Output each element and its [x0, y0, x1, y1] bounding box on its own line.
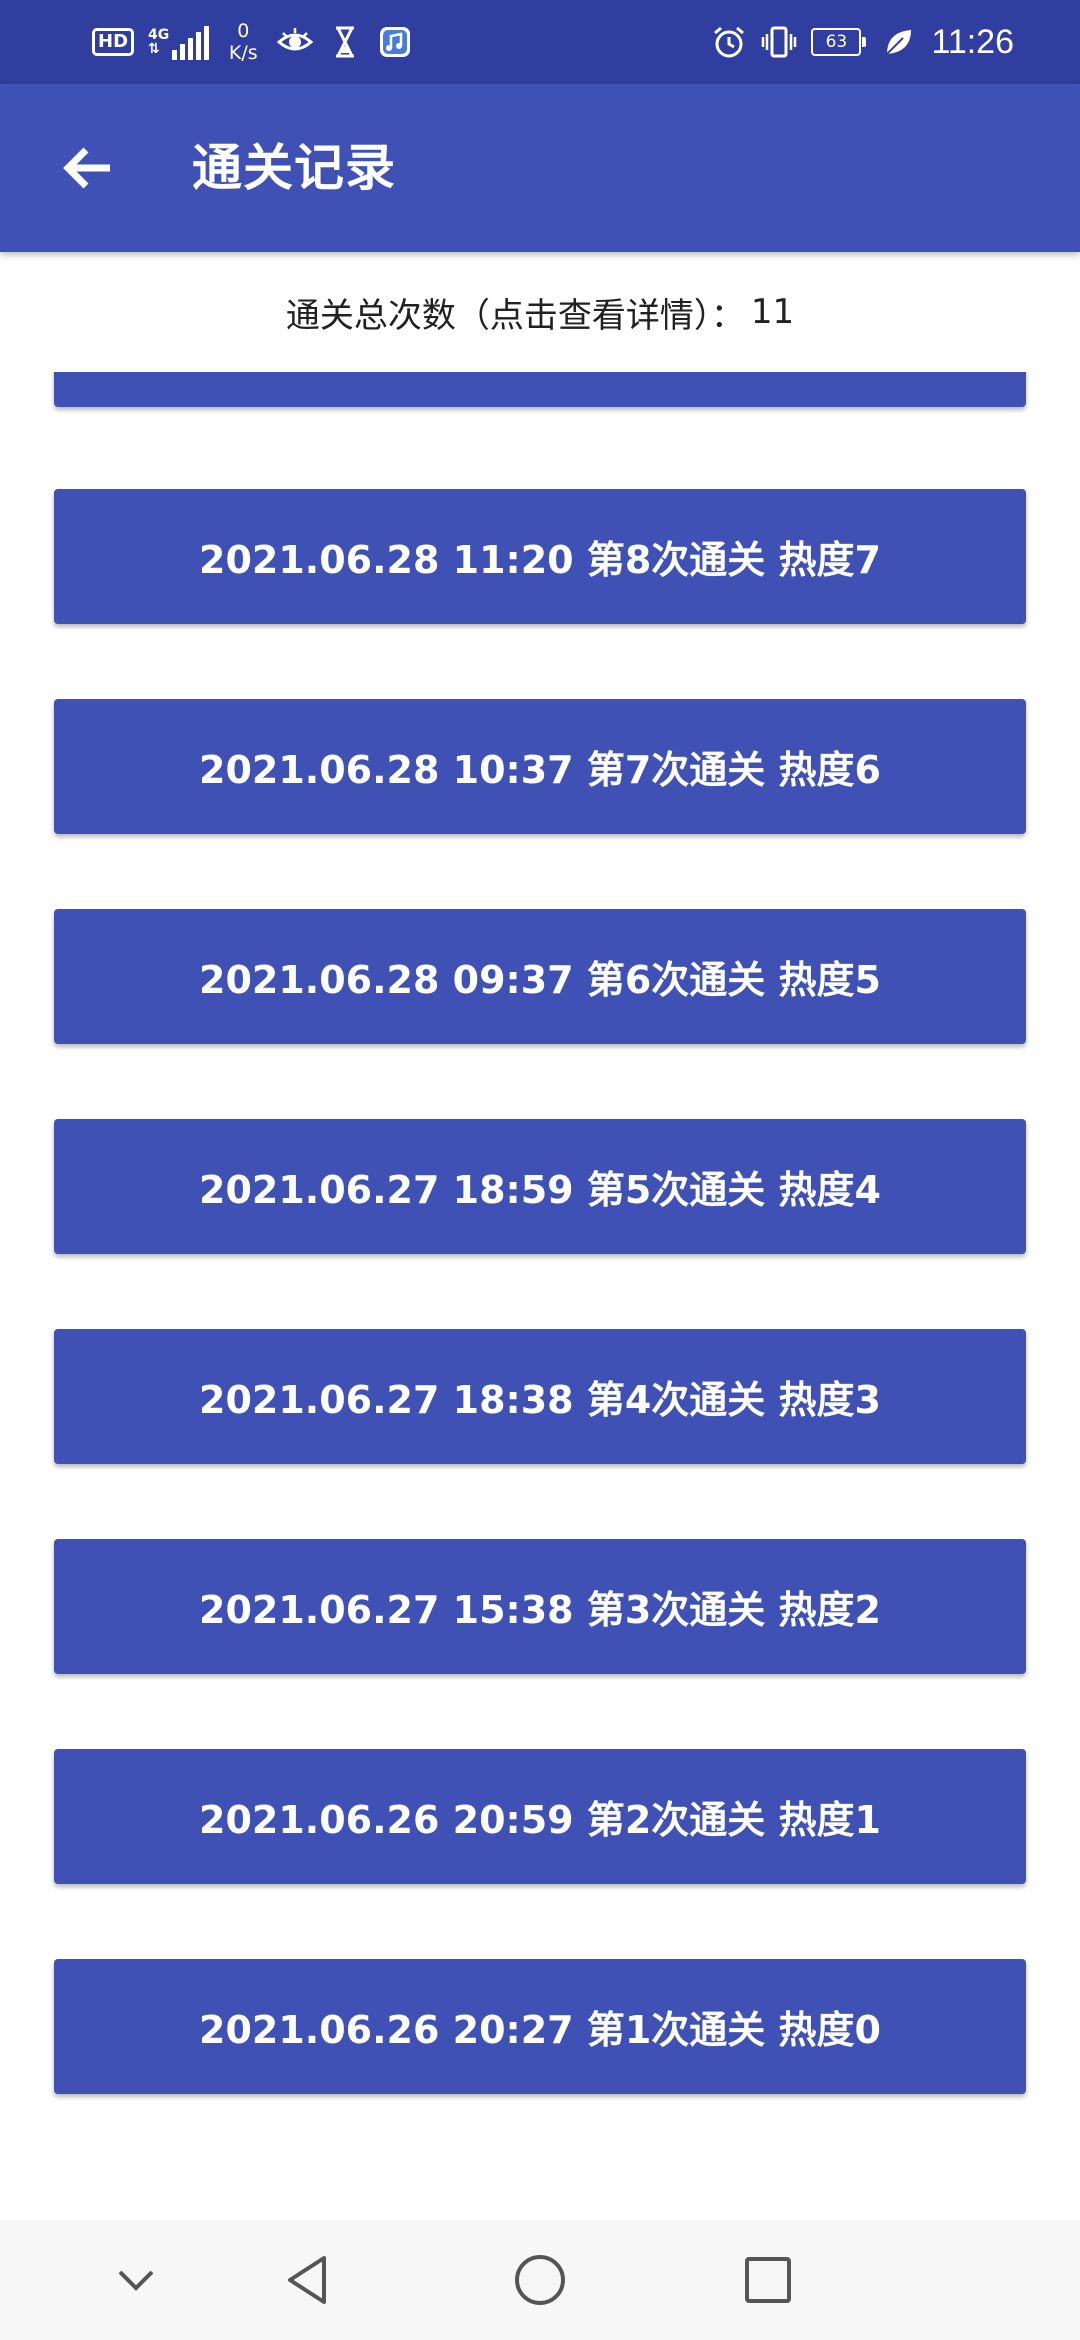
arrow-back-icon [63, 147, 110, 189]
total-clears-summary[interactable]: 通关总次数（点击查看详情）： 11 [0, 252, 1080, 372]
status-left: HD 4G ⇅ 0 K/s [92, 0, 413, 84]
record-button[interactable]: 2021.06.26 20:27 第1次通关 热度0 [54, 1959, 1026, 2094]
hd-icon: HD [92, 28, 135, 56]
record-button[interactable]: 2021.06.27 18:59 第5次通关 热度4 [54, 1119, 1026, 1254]
nav-recents-button[interactable] [728, 2240, 808, 2320]
screen: HD 4G ⇅ 0 K/s 63 11:26 通关记录 通关总次数（点击查看详情… [0, 0, 1080, 2340]
record-button[interactable]: 2021.06.26 20:59 第2次通关 热度1 [54, 1749, 1026, 1884]
hide-keyboard-button[interactable] [96, 2240, 176, 2320]
record-button[interactable]: 2021.06.28 10:37 第7次通关 热度6 [54, 699, 1026, 834]
status-right: 63 11:26 [711, 0, 1014, 84]
music-app-icon [380, 27, 411, 57]
record-label: 2021.06.26 20:59 第2次通关 热度1 [199, 1798, 881, 1842]
status-bar: HD 4G ⇅ 0 K/s 63 11:26 [0, 0, 1080, 84]
network-type: 4G [148, 27, 170, 43]
record-label: 2021.06.27 18:38 第4次通关 热度3 [199, 1378, 881, 1422]
hourglass-icon [336, 26, 355, 58]
chevron-down-icon [118, 2270, 154, 2291]
home-circle-icon [515, 2255, 565, 2305]
record-button[interactable]: 2021.06.27 15:38 第3次通关 热度2 [54, 1539, 1026, 1674]
speed-value: 0 [237, 20, 250, 42]
nav-back-button[interactable] [268, 2240, 348, 2320]
record-button[interactable]: 2021.06.28 11:20 第8次通关 热度7 [54, 489, 1026, 624]
app-bar: 通关记录 [0, 84, 1080, 252]
record-label: 2021.06.26 20:27 第1次通关 热度0 [199, 2008, 881, 2052]
leaf-icon [886, 30, 912, 55]
summary-count: 11 [750, 292, 795, 332]
record-label: 2021.06.28 11:20 第8次通关 热度7 [199, 538, 881, 582]
system-nav-bar [0, 2220, 1080, 2340]
speed-unit: K/s [228, 42, 258, 64]
nav-home-button[interactable] [500, 2240, 580, 2320]
eye-icon [277, 28, 314, 51]
record-button[interactable]: 2021.06.28 09:37 第6次通关 热度5 [54, 909, 1026, 1044]
battery-icon: 63 [811, 28, 867, 56]
back-triangle-icon [288, 2256, 326, 2304]
alarm-icon [714, 26, 745, 58]
vibrate-icon [762, 26, 797, 58]
record-button[interactable]: 2021.06.27 18:38 第4次通关 热度3 [54, 1329, 1026, 1464]
page-title: 通关记录 [192, 139, 396, 197]
signal-icon: 4G ⇅ [148, 24, 210, 60]
record-label: 2021.06.27 18:59 第5次通关 热度4 [199, 1168, 881, 1212]
record-button-partial[interactable] [54, 372, 1026, 407]
network-speed: 0 K/s [223, 20, 263, 64]
back-button[interactable] [48, 128, 128, 208]
summary-label: 通关总次数（点击查看详情）： [285, 295, 745, 336]
record-label: 2021.06.28 10:37 第7次通关 热度6 [199, 748, 881, 792]
recents-square-icon [745, 2257, 791, 2303]
record-label: 2021.06.27 15:38 第3次通关 热度2 [199, 1588, 881, 1632]
status-clock: 11:26 [931, 22, 1014, 61]
record-label: 2021.06.28 09:37 第6次通关 热度5 [199, 958, 881, 1002]
record-list[interactable]: 2021.06.28 11:20 第8次通关 热度7 2021.06.28 10… [0, 372, 1080, 2220]
